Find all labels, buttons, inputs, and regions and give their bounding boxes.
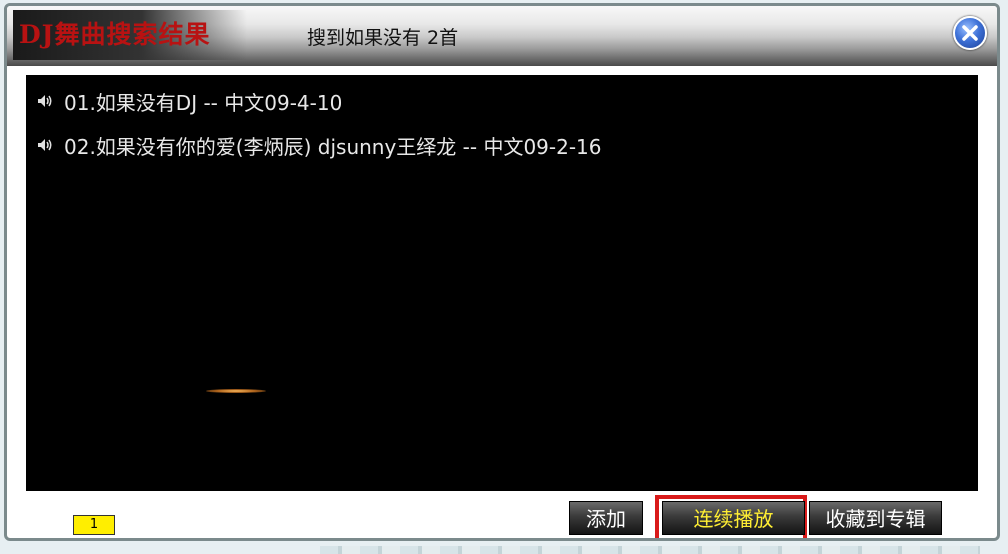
bottom-toolbar: 1 添加 连续播放 收藏到专辑 [26, 493, 978, 538]
play-all-button[interactable]: 连续播放 [662, 501, 805, 535]
speaker-icon [38, 139, 52, 151]
search-summary: 搜到如果没有 2首 [307, 27, 459, 49]
track-label: 01.如果没有DJ -- 中文09-4-10 [64, 90, 343, 115]
page-indicator[interactable]: 1 [73, 515, 115, 535]
close-button[interactable] [953, 16, 987, 50]
speaker-icon [38, 95, 52, 107]
title-bar: DJ舞曲搜索结果 搜到如果没有 2首 [7, 6, 997, 66]
track-list[interactable]: 01.如果没有DJ -- 中文09-4-10 02.如果没有你的爱(李炳辰) d… [26, 75, 978, 491]
close-icon [962, 25, 978, 41]
decorative-glint [206, 389, 266, 393]
background-strip [320, 546, 980, 554]
track-item[interactable]: 02.如果没有你的爱(李炳辰) djsunny王绎龙 -- 中文09-2-16 [36, 130, 602, 160]
window-title: DJ舞曲搜索结果 [13, 10, 247, 60]
add-button[interactable]: 添加 [569, 501, 643, 535]
dj-search-results-window: DJ舞曲搜索结果 搜到如果没有 2首 01.如果没有DJ -- 中文09-4-1… [4, 3, 1000, 541]
track-item[interactable]: 01.如果没有DJ -- 中文09-4-10 [36, 86, 342, 116]
track-label: 02.如果没有你的爱(李炳辰) djsunny王绎龙 -- 中文09-2-16 [64, 134, 602, 159]
add-to-album-button[interactable]: 收藏到专辑 [809, 501, 942, 535]
